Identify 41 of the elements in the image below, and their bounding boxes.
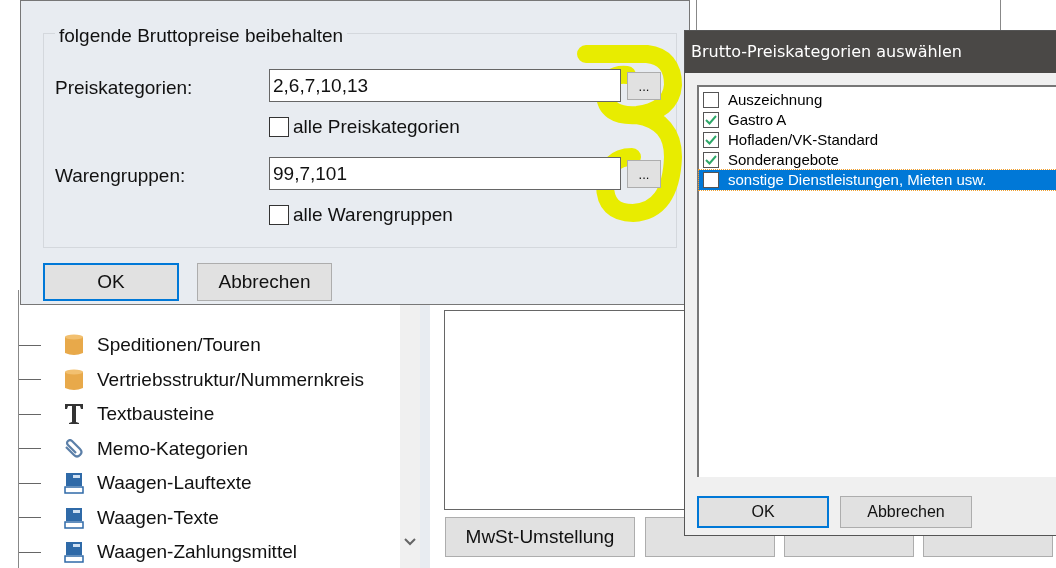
input-field[interactable]: 99,7,101 (269, 157, 621, 190)
action-button[interactable]: MwSt-Umstellung (445, 517, 635, 557)
input-field[interactable]: 2,6,7,10,13 (269, 69, 621, 102)
list-item[interactable]: Hofladen/VK-Standard (699, 130, 1056, 150)
scale-terminal-icon (64, 506, 84, 529)
cylinder-icon (64, 367, 84, 392)
letter-t-icon (64, 403, 84, 426)
checkbox-label[interactable]: alle Preiskategorien (293, 113, 460, 142)
checkbox[interactable] (703, 112, 719, 128)
chevron-down-icon[interactable] (404, 538, 416, 546)
tree-item[interactable]: Vertriebsstruktur/Nummernkreis (97, 365, 365, 394)
list-item[interactable]: Auszeichnung (699, 90, 1056, 110)
tree-item[interactable]: Waagen-Texte (97, 503, 219, 532)
cylinder-icon (64, 333, 84, 358)
dialog-button[interactable]: OK (43, 263, 179, 301)
dialog-button[interactable]: OK (697, 496, 829, 528)
checkbox[interactable] (703, 92, 719, 108)
dialog-button[interactable]: Abbrechen (840, 496, 972, 528)
paperclip-icon (63, 438, 85, 459)
browse-button[interactable]: ... (627, 72, 661, 100)
tree-item[interactable]: Waagen-Lauftexte (97, 469, 252, 498)
scale-terminal-icon (64, 541, 84, 564)
checkbox[interactable] (703, 152, 719, 168)
tree-item[interactable]: Waagen-Zahlungsmittel (97, 538, 297, 567)
window-title: Brutto-Preiskategorien auswählen (691, 41, 962, 63)
tree-item[interactable]: Memo-Kategorien (97, 434, 249, 463)
tree-item[interactable]: Speditionen/Touren (97, 331, 261, 360)
checkbox[interactable] (703, 172, 719, 188)
checkbox[interactable] (269, 117, 289, 138)
checkbox-label[interactable]: alle Warengruppen (293, 201, 453, 230)
tree-item[interactable]: Textbausteine (97, 400, 215, 429)
dialog-button[interactable]: Abbrechen (197, 263, 332, 301)
checkbox[interactable] (703, 132, 719, 148)
list-item[interactable]: Sonderangebote (699, 150, 1056, 170)
field-label: Warengruppen: (55, 164, 186, 188)
field-label: Preiskategorien: (55, 76, 193, 100)
list-item[interactable]: sonstige Dienstleistungen, Mieten usw. (699, 170, 1056, 190)
checkbox[interactable] (269, 205, 289, 226)
scale-terminal-icon (64, 472, 84, 495)
list-item[interactable]: Gastro A (699, 110, 1056, 130)
browse-button[interactable]: ... (627, 160, 661, 188)
